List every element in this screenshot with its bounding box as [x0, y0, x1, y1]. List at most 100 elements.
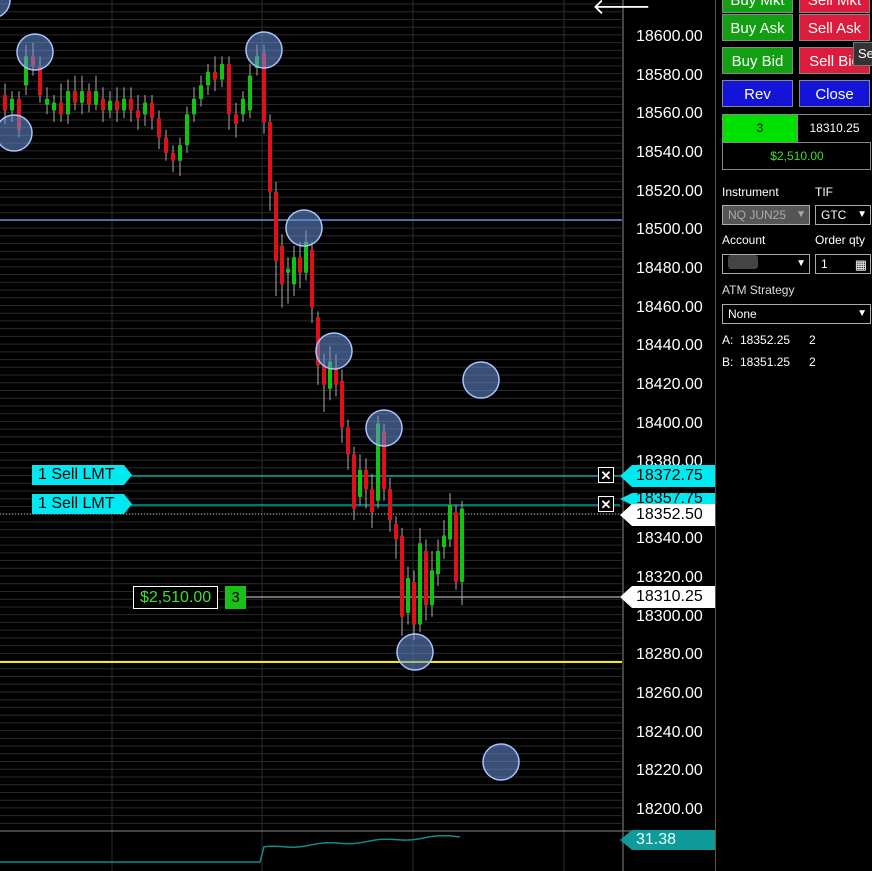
- sell-market-button[interactable]: Sell Mkt: [799, 0, 870, 13]
- close-position-button[interactable]: Close: [799, 80, 870, 107]
- candle-up: [448, 504, 452, 540]
- position-price-tag: 18310.25: [620, 586, 715, 608]
- chevron-down-icon: ▼: [857, 209, 867, 220]
- instrument-select[interactable]: NQ JUN25 ▼: [722, 205, 810, 225]
- ask-size: 2: [809, 333, 816, 347]
- candle-down: [334, 369, 338, 385]
- candle-up: [143, 102, 147, 115]
- price-axis-label: 18440.00: [636, 337, 703, 355]
- buy-ask-button[interactable]: Buy Ask: [722, 14, 793, 41]
- candle-down: [370, 489, 374, 513]
- candle-up: [80, 91, 84, 103]
- candle-up: [430, 570, 434, 606]
- candle-down: [73, 91, 77, 103]
- indicator-value-tag: 31.38: [620, 830, 715, 850]
- price-axis-label: 18420.00: [636, 375, 703, 393]
- candle-up: [292, 257, 296, 285]
- candle-down: [340, 380, 344, 428]
- chevron-down-icon: ▼: [796, 258, 806, 269]
- chevron-down-icon: ▼: [857, 308, 867, 319]
- candle-up: [206, 71, 210, 86]
- price-axis-label: 18260.00: [636, 685, 703, 703]
- tif-value: GTC: [821, 208, 847, 222]
- drawing-circle: [0, 0, 11, 17]
- ask-price: 18352.25: [740, 333, 791, 347]
- instrument-label: Instrument: [722, 185, 779, 199]
- tif-select[interactable]: GTC ▼: [815, 205, 871, 225]
- position-avg-price: 18310.25: [797, 115, 871, 142]
- price-axis-label: 18560.00: [636, 105, 703, 123]
- cancel-order-1-icon[interactable]: ✕: [598, 467, 614, 483]
- price-axis-label: 18600.00: [636, 28, 703, 45]
- drawing-circle: [462, 361, 500, 399]
- candle-down: [364, 469, 368, 490]
- sell-limit-order-2[interactable]: 1 Sell LMT: [32, 494, 132, 514]
- account-redacted: [728, 255, 758, 269]
- atm-strategy-label: ATM Strategy: [722, 283, 795, 297]
- reverse-button[interactable]: Rev: [722, 80, 793, 107]
- candle-up: [10, 98, 14, 111]
- position-qty: 3: [723, 115, 797, 142]
- candle-down: [400, 535, 404, 617]
- price-axis-label: 18540.00: [636, 143, 703, 161]
- drawing-circle: [315, 332, 353, 370]
- candle-down: [101, 98, 105, 111]
- drawing-circle: [365, 409, 403, 447]
- last-price-tag: 18352.50: [620, 504, 715, 526]
- price-axis-label: 18480.00: [636, 259, 703, 277]
- instrument-value: NQ JUN25: [728, 208, 787, 222]
- price-axis-label: 18580.00: [636, 66, 703, 84]
- candle-up: [436, 551, 440, 575]
- candle-down: [164, 137, 168, 153]
- sell-ask-button[interactable]: Sell Ask: [799, 14, 870, 41]
- candle-down: [274, 191, 278, 262]
- order-qty-value: 1: [821, 257, 828, 271]
- price-axis-label: 18460.00: [636, 298, 703, 316]
- bid-label: B:: [722, 355, 734, 369]
- order-qty-stepper[interactable]: 1 ▦: [815, 254, 871, 274]
- sell-order-1-price-tag: 18372.75: [620, 465, 715, 487]
- candle-up: [178, 145, 182, 161]
- calculator-icon[interactable]: ▦: [855, 256, 867, 274]
- candle-down: [352, 454, 356, 509]
- candle-up: [192, 98, 196, 115]
- price-chart[interactable]: 🡐 18600.00 18580.00 18560.00 18540.00 18520.…: [0, 0, 715, 871]
- candle-down: [268, 122, 272, 192]
- candle-up: [418, 543, 422, 625]
- candle-up: [66, 91, 70, 115]
- candle-down: [322, 365, 326, 385]
- candle-down: [157, 118, 161, 138]
- candle-up: [358, 469, 362, 497]
- account-select[interactable]: ▼: [722, 254, 810, 274]
- candle-up: [45, 98, 49, 105]
- candle-down: [280, 245, 284, 285]
- sell-limit-order-1[interactable]: 1 Sell LMT: [32, 465, 132, 485]
- cancel-order-2-icon[interactable]: ✕: [598, 496, 614, 512]
- candle-down: [298, 257, 302, 273]
- indicator-line: [0, 834, 461, 863]
- candle-up: [220, 64, 224, 80]
- candle-down: [412, 581, 416, 625]
- drawing-circle: [0, 114, 33, 152]
- candle-down: [388, 489, 392, 521]
- price-axis-label: 18400.00: [636, 414, 703, 432]
- sell-bid-tooltip: Se: [853, 42, 872, 66]
- candle-down: [454, 512, 458, 582]
- atm-strategy-select[interactable]: None ▼: [722, 304, 871, 324]
- buy-market-button[interactable]: Buy Mkt: [722, 0, 793, 13]
- candle-down: [213, 71, 217, 80]
- candle-down: [3, 94, 7, 111]
- chart-canvas[interactable]: [0, 0, 715, 871]
- buy-bid-button[interactable]: Buy Bid: [722, 47, 793, 74]
- account-label: Account: [722, 233, 766, 247]
- candle-down: [136, 110, 140, 119]
- bid-size: 2: [809, 355, 816, 369]
- candle-up: [94, 91, 98, 105]
- candle-down: [150, 102, 154, 119]
- candle-up: [248, 75, 252, 111]
- back-arrow-icon[interactable]: 🡐: [592, 0, 651, 20]
- candle-up: [185, 114, 189, 146]
- candle-up: [122, 98, 126, 111]
- candle-down: [394, 523, 398, 540]
- price-axis-label: 18220.00: [636, 762, 703, 780]
